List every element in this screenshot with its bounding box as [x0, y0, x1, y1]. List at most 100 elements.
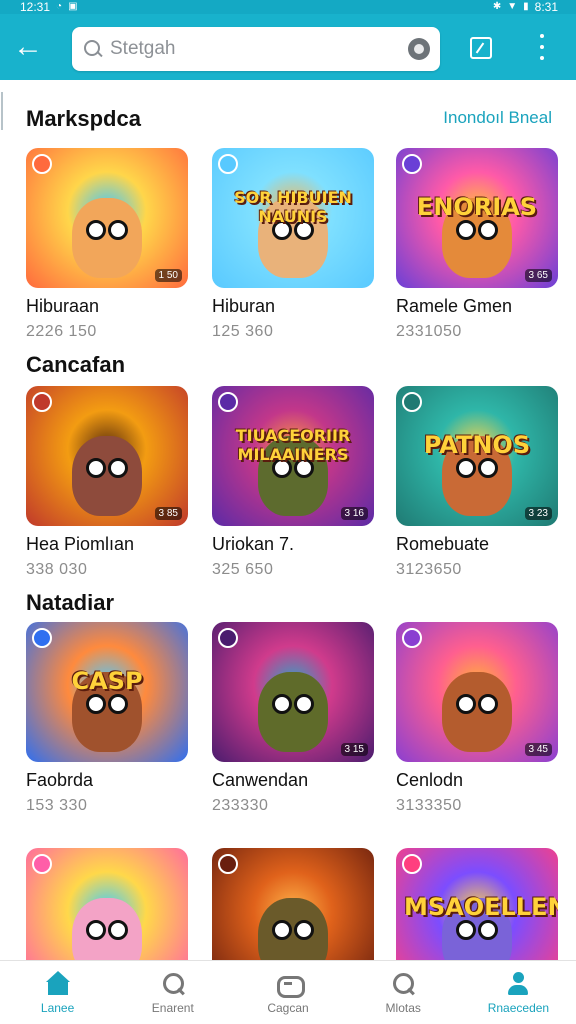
nav-item[interactable]: Rnaeceden	[461, 961, 576, 1024]
rating-badge: 3 45	[524, 743, 552, 756]
nav-item[interactable]: Enarent	[115, 961, 230, 1024]
nav-label: Rnaeceden	[487, 1000, 550, 1015]
rating-badge: 3 15	[340, 743, 368, 756]
game-thumbnail[interactable]: SOR HIBUIEN NAUNIS	[212, 148, 374, 288]
game-card[interactable]	[26, 848, 188, 960]
game-thumbnail[interactable]: 3 15	[212, 622, 374, 762]
game-thumbnail[interactable]: PATNOS 3 23	[396, 386, 558, 526]
battery-icon: ▮	[523, 1, 529, 12]
game-card[interactable]: 1 50 Hiburaan 2226 150	[26, 148, 188, 341]
corner-badge-icon	[402, 392, 422, 412]
bottom-navigation: Lanee Enarent Cagcan Mlotas Rnaeceden	[0, 960, 576, 1024]
character-art	[258, 898, 328, 960]
search-bar[interactable]	[72, 27, 440, 71]
edit-icon[interactable]	[470, 37, 492, 59]
corner-badge-icon	[402, 854, 422, 874]
game-card[interactable]: 3 85 Hea Piomlıan 338 030	[26, 386, 188, 579]
corner-badge-icon	[32, 854, 52, 874]
app-bar: ←	[0, 14, 576, 80]
clear-search-icon[interactable]	[408, 38, 430, 60]
game-card[interactable]: CASP Faobrda 153 330	[26, 622, 188, 815]
more-options-icon[interactable]	[534, 34, 550, 60]
status-time: 12:31	[20, 0, 51, 14]
game-card[interactable]: 3 15 Canwendan 233330	[212, 622, 374, 815]
game-title: Canwendan	[212, 770, 309, 790]
game-meta: 325 650	[212, 561, 274, 578]
character-art	[258, 672, 328, 752]
back-button[interactable]: ←	[0, 14, 56, 80]
status-right: ✱ ▼ ▮ 8:31	[493, 0, 558, 14]
rating-badge: 3 23	[524, 507, 552, 520]
game-card[interactable]: TIUACEORIIR MILAAINERS 3 16 Uriokan 7. 325 …	[212, 386, 374, 579]
game-title: Hea Piomlıan	[26, 534, 135, 554]
see-all-link[interactable]: Inondoıl Bneal	[443, 108, 552, 128]
game-card[interactable]: ENORIAS 3 65 Ramele Gmen 2331050	[396, 148, 558, 341]
status-left: 12:31 ◔ ▣	[20, 0, 78, 14]
corner-badge-icon	[32, 628, 52, 648]
section-title-more: Natadiar	[26, 590, 115, 615]
game-card[interactable]	[212, 848, 374, 960]
thumbnail-title-art: TIUACEORIIR MILAAINERS	[235, 425, 351, 464]
game-card[interactable]: PATNOS 3 23 Romebuate 3123650	[396, 386, 558, 579]
game-thumbnail[interactable]: MSAOELLEN	[396, 848, 558, 960]
game-meta: 3133350	[396, 797, 462, 814]
wifi-icon: ▼	[507, 1, 518, 12]
thumbnail-title-art: MSAOELLEN	[404, 892, 558, 921]
rating-badge: 3 65	[524, 269, 552, 282]
thumbnail-title-art: PATNOS	[423, 430, 531, 459]
character-art	[72, 898, 142, 960]
game-meta: 2331050	[396, 323, 462, 340]
game-title: Cenlodn	[396, 770, 464, 790]
game-thumbnail[interactable]	[26, 848, 188, 960]
rating-badge: 3 16	[340, 507, 368, 520]
game-meta: 338 030	[26, 561, 88, 578]
thumbnail-title-art: CASP	[71, 666, 143, 695]
thumbnail-title-art: ENORIAS	[416, 192, 538, 221]
game-card[interactable]: MSAOELLEN	[396, 848, 558, 960]
corner-badge-icon	[402, 154, 422, 174]
game-title: Uriokan 7.	[212, 534, 295, 554]
game-thumbnail[interactable]: ENORIAS 3 65	[396, 148, 558, 288]
corner-badge-icon	[218, 392, 238, 412]
game-thumbnail[interactable]: 1 50	[26, 148, 188, 288]
game-card[interactable]: SOR HIBUIEN NAUNIS Hiburan 125 360	[212, 148, 374, 341]
main-content[interactable]: Markspdca Inondoıl Bneal Cancafan Natadi…	[0, 80, 576, 960]
search-icon	[390, 971, 416, 997]
game-thumbnail[interactable]	[212, 848, 374, 960]
status-clock: 8:31	[534, 0, 558, 14]
nav-item[interactable]: Mlotas	[346, 961, 461, 1024]
nav-item[interactable]: Lanee	[0, 961, 115, 1024]
bluetooth-icon: ✱	[492, 1, 502, 12]
corner-badge-icon	[218, 854, 238, 874]
game-thumbnail[interactable]: TIUACEORIIR MILAAINERS 3 16	[212, 386, 374, 526]
game-title: Romebuate	[396, 534, 490, 554]
game-title: Hiburan	[212, 296, 276, 316]
search-icon	[82, 38, 104, 60]
scroll-indicator	[1, 92, 3, 130]
game-thumbnail[interactable]: 3 85	[26, 386, 188, 526]
notification-icon: ◔	[56, 1, 63, 12]
nav-item[interactable]: Cagcan	[230, 961, 345, 1024]
arrow-left-icon: ←	[13, 30, 43, 63]
search-input[interactable]	[110, 38, 408, 60]
corner-badge-icon	[218, 154, 238, 174]
character-art	[442, 672, 512, 752]
game-meta: 233330	[212, 797, 269, 814]
search-icon	[160, 971, 186, 997]
thumbnail-title-art: SOR HIBUIEN NAUNIS	[234, 187, 352, 226]
nav-label: Enarent	[151, 1000, 194, 1015]
nav-label: Cagcan	[267, 1000, 309, 1015]
game-thumbnail[interactable]: CASP	[26, 622, 188, 762]
character-art	[72, 436, 142, 516]
home-icon	[45, 970, 71, 997]
game-card[interactable]: 3 45 Cenlodn 3133350	[396, 622, 558, 815]
section-title-featured: Markspdca	[26, 106, 141, 131]
status-bar: 12:31 ◔ ▣ ✱ ▼ ▮ 8:31	[0, 0, 576, 14]
rating-badge: 1 50	[154, 269, 182, 282]
profile-icon	[505, 971, 531, 997]
nav-label: Lanee	[40, 1000, 75, 1015]
rating-badge: 3 85	[154, 507, 182, 520]
game-meta: 2226 150	[26, 323, 97, 340]
game-thumbnail[interactable]: 3 45	[396, 622, 558, 762]
nav-label: Mlotas	[385, 1000, 421, 1015]
